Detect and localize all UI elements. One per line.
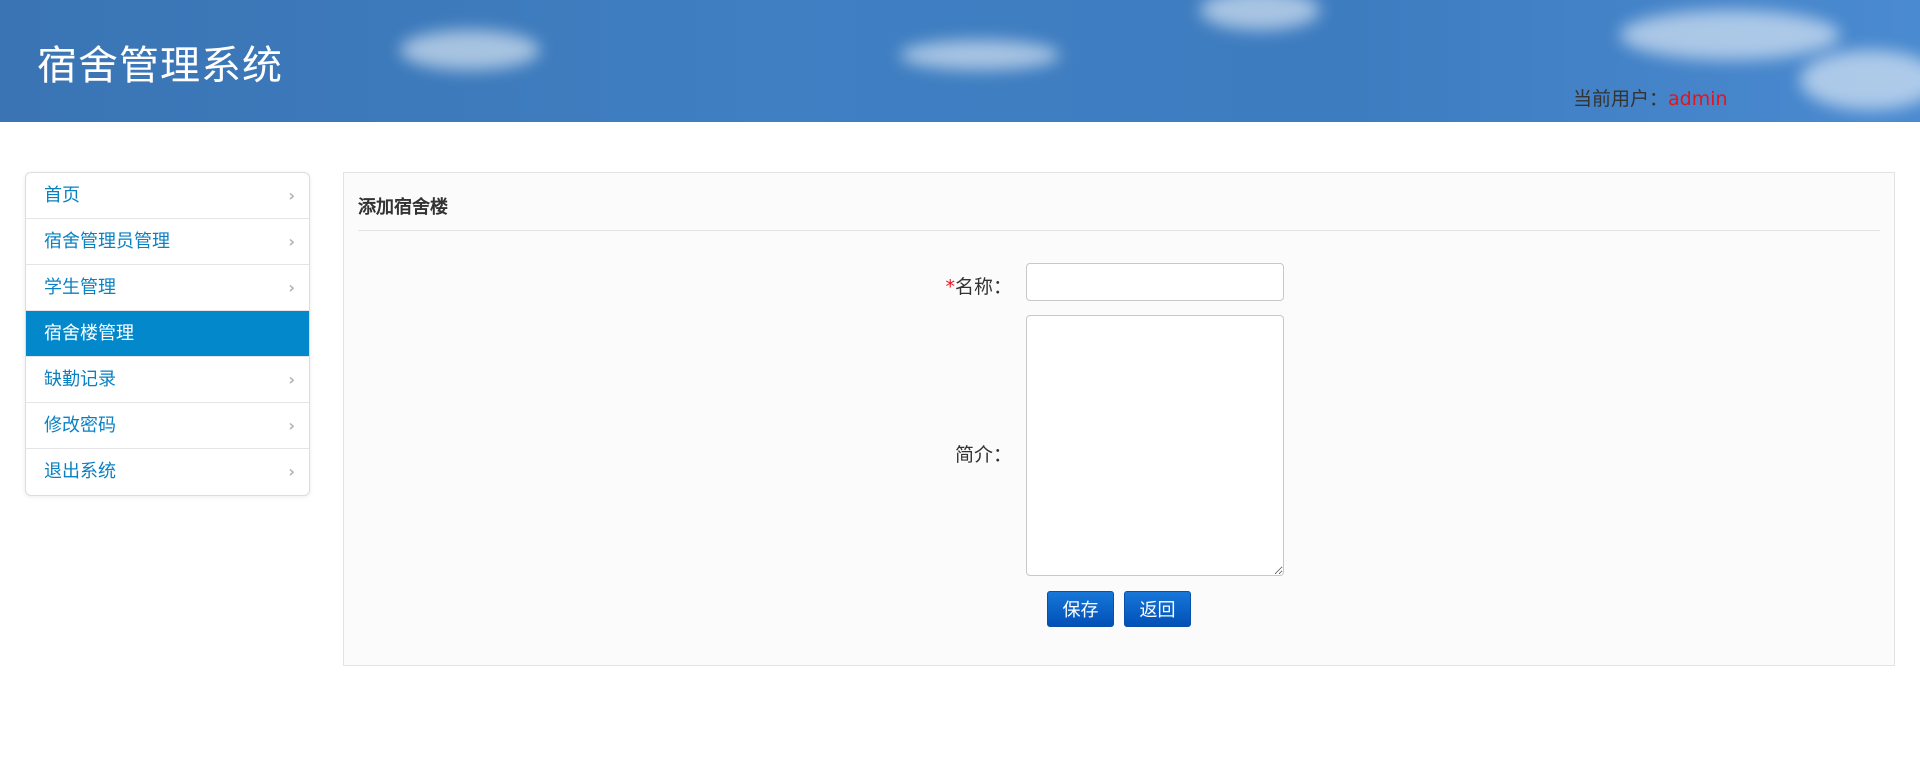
header-banner: 宿舍管理系统 当前用户：admin	[0, 0, 1920, 122]
sidebar-item-dorm-admin[interactable]: 宿舍管理员管理 ›	[26, 219, 309, 265]
cloud-decoration	[1800, 50, 1920, 110]
app-title: 宿舍管理系统	[37, 43, 283, 89]
required-mark: *	[945, 276, 955, 298]
sidebar-item-home[interactable]: 首页 ›	[26, 173, 309, 219]
chevron-right-icon: ›	[288, 232, 295, 251]
sidebar-item-label: 首页	[44, 185, 80, 206]
chevron-right-icon: ›	[288, 370, 295, 389]
sidebar-menu: 首页 › 宿舍管理员管理 › 学生管理 › 宿舍楼管理 缺勤记录 › 修改密码 …	[25, 172, 310, 496]
sidebar-item-students[interactable]: 学生管理 ›	[26, 265, 309, 311]
sidebar-item-label: 修改密码	[44, 415, 116, 436]
save-button[interactable]: 保存	[1047, 591, 1114, 627]
sidebar-item-label: 宿舍管理员管理	[44, 231, 170, 252]
sidebar-item-buildings[interactable]: 宿舍楼管理	[26, 311, 309, 357]
chevron-right-icon: ›	[288, 278, 295, 297]
current-user-label: 当前用户：	[1573, 88, 1669, 110]
sidebar-item-logout[interactable]: 退出系统 ›	[26, 449, 309, 495]
cloud-decoration	[1620, 10, 1840, 60]
cloud-decoration	[900, 40, 1060, 70]
name-label: *名称：	[812, 272, 1012, 299]
description-textarea[interactable]	[1026, 315, 1284, 576]
panel-title: 添加宿舍楼	[358, 197, 448, 218]
cloud-decoration	[1200, 0, 1320, 30]
chevron-right-icon: ›	[288, 462, 295, 481]
form-panel: 添加宿舍楼 *名称： 简介： 保存 返回	[343, 172, 1895, 666]
sidebar-item-label: 退出系统	[44, 461, 116, 482]
chevron-right-icon: ›	[288, 186, 295, 205]
sidebar-item-label: 宿舍楼管理	[44, 323, 134, 344]
desc-label: 简介：	[812, 440, 1012, 467]
name-input[interactable]	[1026, 263, 1284, 301]
sidebar-item-password[interactable]: 修改密码 ›	[26, 403, 309, 449]
back-button[interactable]: 返回	[1124, 591, 1191, 627]
chevron-right-icon: ›	[288, 416, 295, 435]
sidebar-item-label: 学生管理	[44, 277, 116, 298]
sidebar-item-label: 缺勤记录	[44, 369, 116, 390]
cloud-decoration	[400, 30, 540, 70]
sidebar-item-absence[interactable]: 缺勤记录 ›	[26, 357, 309, 403]
current-username: admin	[1668, 88, 1728, 110]
current-user-info: 当前用户：admin	[1573, 84, 1728, 111]
divider	[358, 230, 1880, 231]
desc-label-text: 简介：	[954, 444, 1012, 466]
name-label-text: 名称：	[954, 276, 1012, 298]
